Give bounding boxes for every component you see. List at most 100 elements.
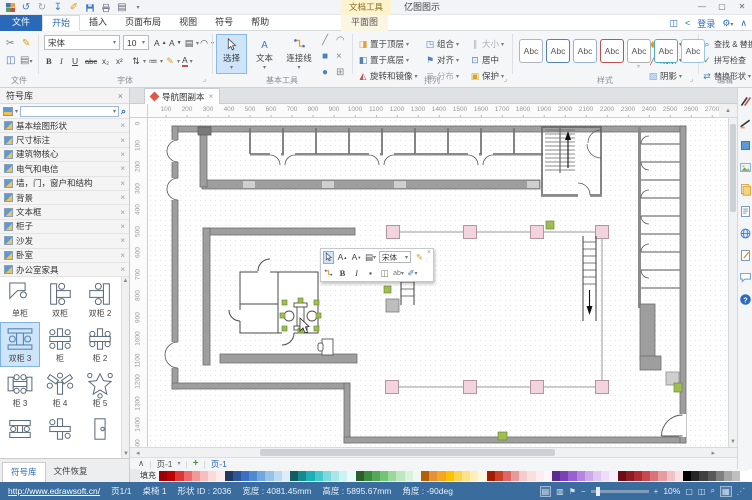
scroll-right-icon[interactable]: ▸ <box>711 449 715 457</box>
document-tools-contextual-group[interactable]: 文档工具 <box>341 0 391 15</box>
section-close-icon[interactable]: × <box>120 222 125 231</box>
library-section-office[interactable]: 办公室家具 × <box>0 263 129 277</box>
minimize-button[interactable]: — <box>692 0 712 14</box>
format-brush-icon[interactable] <box>739 95 752 108</box>
color-swatch[interactable] <box>618 471 626 481</box>
redo-icon[interactable]: ↻ <box>36 2 48 14</box>
symbol-grid-scrollbar[interactable]: ▲▼ <box>121 277 129 458</box>
color-swatch[interactable] <box>716 471 724 481</box>
menu-tab-3[interactable]: 页面布局 <box>116 15 170 31</box>
font-size-combo[interactable]: 10▾ <box>123 35 149 50</box>
spell-check-button[interactable]: ✓拼写检查 <box>702 53 746 67</box>
grid-view-icon[interactable]: ▦ <box>720 486 732 497</box>
page-tab-active[interactable]: 页-1 <box>211 458 227 470</box>
resize-grip[interactable]: ⋰ <box>737 486 745 497</box>
comment-icon[interactable] <box>739 271 752 284</box>
vertical-scrollbar[interactable]: ▼ <box>728 118 737 447</box>
color-swatch[interactable] <box>421 471 429 481</box>
color-swatch[interactable] <box>192 471 200 481</box>
color-swatch[interactable] <box>413 471 421 481</box>
library-section-row[interactable]: 墙，门，窗户和结构× <box>0 177 129 191</box>
color-swatch[interactable] <box>487 471 495 481</box>
panel-tab-1[interactable]: 文件恢复 <box>46 462 96 482</box>
library-section-row[interactable]: 尺寸标注× <box>0 133 129 147</box>
underline-button[interactable]: U <box>72 54 78 68</box>
section-close-icon[interactable]: × <box>120 236 125 245</box>
color-swatch[interactable] <box>306 471 314 481</box>
line-spacing-button[interactable]: ⇅▾ <box>131 54 146 68</box>
fit-page-icon[interactable]: ▢ <box>685 487 693 496</box>
section-close-icon[interactable]: × <box>120 164 125 173</box>
menu-tab-2[interactable]: 插入 <box>80 15 116 31</box>
section-close-icon[interactable]: × <box>120 265 125 274</box>
color-swatch[interactable] <box>233 471 241 481</box>
zoom-in-icon[interactable]: + <box>654 487 659 496</box>
symbol-双柜 3[interactable]: 双柜 3 <box>0 322 40 367</box>
fill-style-icon[interactable] <box>739 139 752 152</box>
color-swatch[interactable] <box>740 471 748 481</box>
library-section-row[interactable]: 卧室× <box>0 249 129 263</box>
color-swatch[interactable] <box>609 471 617 481</box>
view-normal-icon[interactable]: ▤ <box>540 486 552 497</box>
close-button[interactable]: ✕ <box>732 0 752 14</box>
mini-connector-button[interactable] <box>323 267 334 280</box>
color-swatch[interactable] <box>544 471 552 481</box>
mini-fill-pen-button[interactable]: ✐▾ <box>407 267 418 280</box>
color-swatch[interactable] <box>634 471 642 481</box>
zoom-out-icon[interactable]: − <box>581 487 586 496</box>
format-painter-icon[interactable]: ✎ <box>22 38 30 50</box>
text-tool-button[interactable]: A 文本▾ <box>249 34 280 74</box>
color-swatch[interactable] <box>683 471 691 481</box>
color-swatch[interactable] <box>675 471 683 481</box>
style-preview-5[interactable]: Abc <box>627 39 651 63</box>
menu-tab-1[interactable]: 开始 <box>42 15 80 31</box>
library-section-row[interactable]: 文本框× <box>0 205 129 219</box>
align-menu-button[interactable]: ▤▾ <box>184 36 199 50</box>
menu-tab-file[interactable]: 文件 <box>0 15 42 31</box>
document-tab[interactable]: 导航图副本 × <box>144 88 220 104</box>
style-preview-7[interactable]: Abc <box>681 39 705 63</box>
color-swatch[interactable] <box>216 471 224 481</box>
color-swatch[interactable] <box>405 471 413 481</box>
symbol-柜[interactable]: 柜 <box>40 322 80 367</box>
save-icon[interactable] <box>84 2 96 14</box>
color-swatch[interactable] <box>323 471 331 481</box>
section-close-icon[interactable]: × <box>120 121 125 130</box>
mini-layer-button[interactable]: ▪ <box>365 267 376 280</box>
horizontal-scrollbar-thumb[interactable] <box>260 449 555 456</box>
color-swatch[interactable] <box>167 471 175 481</box>
decrease-font-button[interactable]: A▼ <box>169 36 182 50</box>
color-swatch[interactable] <box>462 471 470 481</box>
tab-floorplan-contextual[interactable]: 平面图 <box>341 15 388 31</box>
style-preview-1[interactable]: Abc <box>519 39 543 63</box>
bring-to-front-button[interactable]: ◨置于顶层▾ <box>358 37 409 51</box>
fit-width-icon[interactable]: ◫ <box>698 487 706 496</box>
color-swatch[interactable] <box>650 471 658 481</box>
center-button[interactable]: ⊡居中 <box>470 53 499 67</box>
line-style-icon[interactable] <box>739 117 752 130</box>
login-button[interactable]: 登录 <box>697 17 715 30</box>
color-swatch[interactable] <box>454 471 462 481</box>
find-replace-button[interactable]: ⌕查找 & 替换 <box>702 37 752 51</box>
share-icon[interactable]: < <box>685 18 690 28</box>
symbol-row4-9[interactable] <box>0 412 40 457</box>
section-close-icon[interactable]: × <box>120 208 125 217</box>
mini-italic-button[interactable]: I <box>351 267 362 280</box>
color-swatch[interactable] <box>478 471 486 481</box>
zoom-area-icon[interactable]: ⌕ <box>710 486 714 496</box>
mini-decrease-font-button[interactable]: A▼ <box>351 251 362 264</box>
color-swatch[interactable] <box>184 471 192 481</box>
paste-icon[interactable]: ▤▾ <box>20 55 32 68</box>
print-icon[interactable] <box>100 2 112 14</box>
style-preview-2[interactable]: Abc <box>546 39 570 63</box>
color-swatch[interactable] <box>511 471 519 481</box>
color-swatch[interactable] <box>527 471 535 481</box>
menu-tab-5[interactable]: 符号 <box>206 15 242 31</box>
symbol-柜 3[interactable]: 柜 3 <box>0 367 40 412</box>
drawing-canvas[interactable]: A▲ A▼ ▤▾ 宋体▾ ✎ B I ▪ ◫ ab▾ ✐▾ <box>148 118 728 447</box>
mini-bold-button[interactable]: B <box>337 267 348 280</box>
preview-icon[interactable]: ▤ <box>116 2 128 14</box>
color-swatch[interactable] <box>200 471 208 481</box>
color-swatch[interactable] <box>593 471 601 481</box>
color-swatch[interactable] <box>347 471 355 481</box>
